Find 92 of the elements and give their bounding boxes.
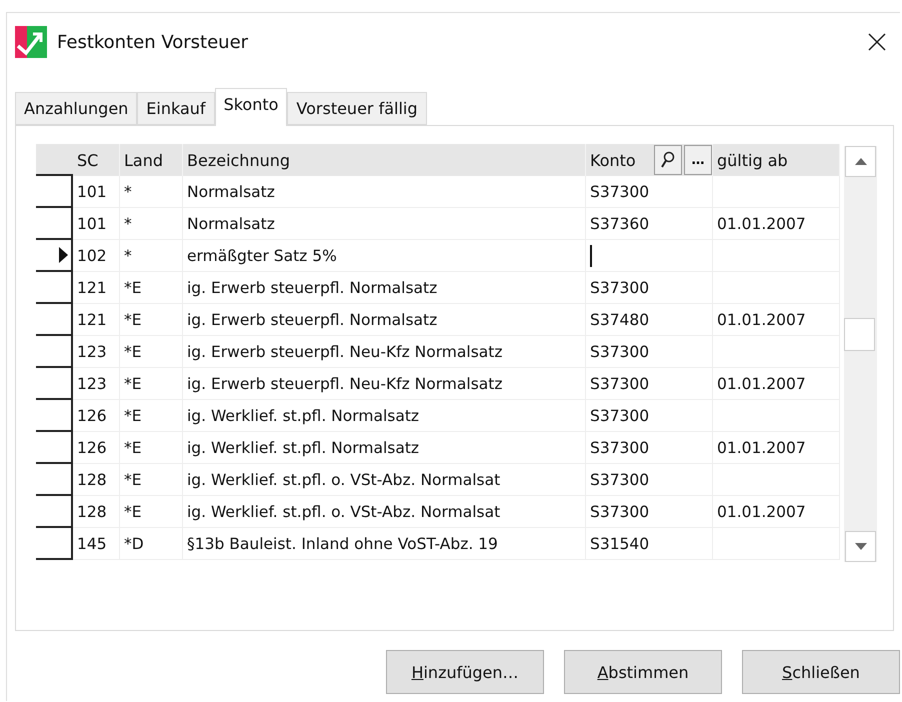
table-cell: ermäßgter Satz 5% [183,240,586,272]
table-cell: 126 [73,400,120,432]
row-selector[interactable] [36,240,73,272]
row-selector[interactable] [36,496,73,528]
column-header: SC [73,144,120,176]
table-cell: ig. Werklief. st.pfl. Normalsatz [183,400,586,432]
search-button[interactable] [654,145,682,175]
table-cell: 126 [73,432,120,464]
row-selector[interactable] [36,528,73,560]
table-cell: *E [120,432,183,464]
table-cell: S37300 [586,176,713,208]
table-cell: * [120,240,183,272]
row-selector[interactable] [36,208,73,240]
row-selector[interactable] [36,176,73,208]
row-selector[interactable] [36,400,73,432]
table-cell: *E [120,400,183,432]
column-header: Land [120,144,183,176]
table-cell: *E [120,368,183,400]
table-cell: S37300 [586,432,713,464]
current-row-icon [59,247,68,263]
table-cell: S37300 [586,400,713,432]
table-cell: 145 [73,528,120,560]
scroll-thumb[interactable] [844,318,875,351]
table-cell: 128 [73,496,120,528]
row-selector[interactable] [36,464,73,496]
row-selector[interactable] [36,368,73,400]
table-cell: 01.01.2007 [713,432,840,464]
app-logo-icon [15,26,47,58]
tab[interactable]: Vorsteuer fällig [287,92,427,125]
tab[interactable]: Skonto [214,88,288,126]
table-cell: S37300 [586,496,713,528]
table-cell: ig. Werklief. st.pfl. o. VSt-Abz. Normalsat [183,464,586,496]
table-cell: *E [120,304,183,336]
table-cell: 01.01.2007 [713,496,840,528]
scroll-down-button[interactable] [845,531,876,562]
table-cell: ig. Werklief. st.pfl. Normalsatz [183,432,586,464]
table-cell: S37360 [586,208,713,240]
table-cell: *E [120,496,183,528]
table-cell: 101 [73,208,120,240]
tab[interactable]: Einkauf [137,92,215,125]
table-cell: 102 [73,240,120,272]
row-selector[interactable] [36,272,73,304]
more-button[interactable]: … [684,145,712,175]
scroll-up-button[interactable] [845,146,876,177]
column-header: Bezeichnung [183,144,586,176]
table-cell: ig. Werklief. st.pfl. o. VSt-Abz. Normalsat [183,496,586,528]
table-cell: ig. Erwerb steuerpfl. Normalsatz [183,304,586,336]
table-cell: 128 [73,464,120,496]
table-cell: ig. Erwerb steuerpfl. Neu-Kfz Normalsatz [183,368,586,400]
table-cell: 121 [73,272,120,304]
table-cell: S37480 [586,304,713,336]
column-header-label: Konto [590,150,637,170]
table-cell: Normalsatz [183,208,586,240]
tab[interactable]: Anzahlungen [15,92,138,125]
table-cell: 01.01.2007 [713,368,840,400]
table-cell: ig. Erwerb steuerpfl. Normalsatz [183,272,586,304]
table-cell: * [120,208,183,240]
table-cell: *E [120,464,183,496]
table-cell: 123 [73,368,120,400]
dialog-button[interactable]: Schließen [742,650,900,694]
table-cell-editor[interactable] [586,240,713,272]
table-cell: §13b Bauleist. Inland ohne VoST-Abz. 19 [183,528,586,560]
column-header: gültig ab [713,144,840,176]
down-arrow-icon [854,543,866,550]
table-cell: 01.01.2007 [713,304,840,336]
table-cell: 121 [73,304,120,336]
table-cell: S37300 [586,336,713,368]
table-cell: S37300 [586,464,713,496]
table-cell: ig. Erwerb steuerpfl. Neu-Kfz Normalsatz [183,336,586,368]
table-cell: 101 [73,176,120,208]
table-cell: 123 [73,336,120,368]
dialog-button[interactable]: Hinzufügen… [386,650,544,694]
table-cell: Normalsatz [183,176,586,208]
row-selector[interactable] [36,336,73,368]
window-title: Festkonten Vorsteuer [57,32,250,52]
table-cell: S37300 [586,368,713,400]
row-selector[interactable] [36,304,73,336]
up-arrow-icon [854,158,866,165]
table-cell: *D [120,528,183,560]
table-cell: 01.01.2007 [713,208,840,240]
scrollbar[interactable] [844,146,877,562]
table-cell: *E [120,336,183,368]
table-cell: *E [120,272,183,304]
table-cell: S37300 [586,272,713,304]
row-selector[interactable] [36,432,73,464]
text-cursor [590,244,592,266]
table-cell: * [120,176,183,208]
dialog-button[interactable]: Abstimmen [564,650,722,694]
close-icon [867,32,887,52]
table-cell: S31540 [586,528,713,560]
row-header-corner [36,144,73,176]
search-icon [660,151,676,169]
